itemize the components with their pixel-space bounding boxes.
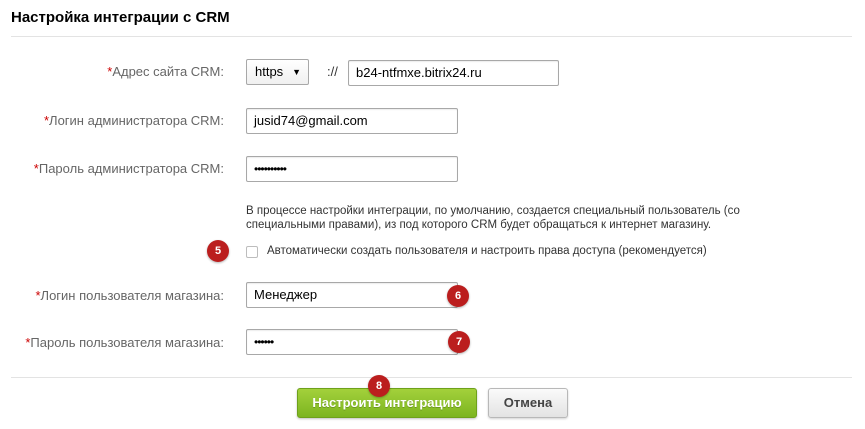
auto-create-label[interactable]: Автоматически создать пользователя и нас… — [267, 245, 707, 257]
auto-create-checkbox[interactable] — [246, 246, 258, 258]
crm-address-label: *Адрес сайта CRM: — [107, 64, 224, 79]
shop-login-label: *Логин пользователя магазина: — [35, 288, 224, 303]
step-badge-6: 6 — [447, 285, 469, 307]
step-badge-5: 5 — [207, 240, 229, 262]
protocol-select[interactable]: https ▼ — [246, 59, 309, 85]
admin-login-label-text: Логин администратора CRM: — [49, 113, 224, 128]
admin-login-input[interactable]: jusid74@gmail.com — [246, 108, 458, 134]
admin-login-label: *Логин администратора CRM: — [44, 113, 224, 128]
divider-top — [11, 36, 852, 37]
page-title: Настройка интеграции с CRM — [11, 9, 230, 26]
shop-login-input[interactable]: Менеджер — [246, 282, 458, 308]
crm-address-label-text: Адрес сайта CRM: — [112, 64, 224, 79]
protocol-separator: :// — [327, 64, 338, 79]
admin-password-input[interactable]: •••••••••• — [246, 156, 458, 182]
admin-password-label-text: Пароль администратора CRM: — [38, 161, 224, 176]
crm-address-input[interactable]: b24-ntfmxe.bitrix24.ru — [348, 60, 559, 86]
dropdown-arrow-icon: ▼ — [292, 67, 301, 77]
step-badge-8: 8 — [368, 375, 390, 397]
admin-password-label: *Пароль администратора CRM: — [34, 161, 224, 176]
shop-password-input[interactable]: •••••• — [246, 329, 458, 355]
divider-bottom — [11, 377, 852, 378]
shop-login-label-text: Логин пользователя магазина: — [40, 288, 224, 303]
step-badge-7: 7 — [448, 331, 470, 353]
cancel-button[interactable]: Отмена — [488, 388, 568, 418]
protocol-value: https — [255, 64, 284, 79]
shop-password-label-text: Пароль пользователя магазина: — [30, 335, 224, 350]
shop-password-label: *Пароль пользователя магазина: — [25, 335, 224, 350]
integration-note: В процессе настройки интеграции, по умол… — [246, 205, 740, 231]
